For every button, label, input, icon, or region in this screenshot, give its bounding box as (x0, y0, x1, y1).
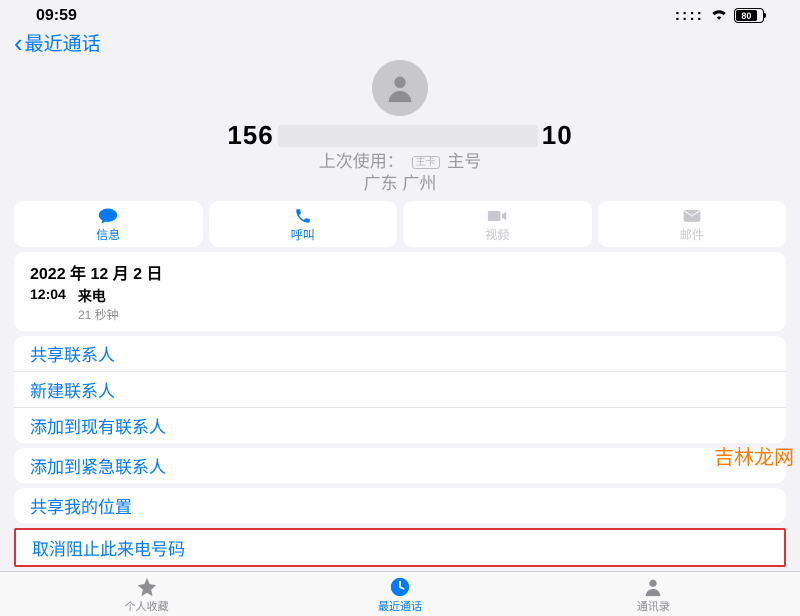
call-button[interactable]: 呼叫 (209, 201, 398, 247)
mail-icon (598, 207, 787, 225)
clock: 09:59 (36, 7, 77, 25)
add-existing-contact[interactable]: 添加到现有联系人 (14, 408, 786, 443)
signal-icon: :::: (675, 7, 704, 25)
phone-icon (209, 207, 398, 225)
message-button[interactable]: 信息 (14, 201, 203, 247)
video-icon (403, 207, 592, 225)
share-location[interactable]: 共享我的位置 (14, 488, 786, 523)
sim-badge: 主卡 (412, 156, 440, 169)
status-bar: 09:59 :::: 80 (0, 0, 800, 27)
tab-recents[interactable]: 最近通话 (355, 576, 445, 614)
tab-contacts[interactable]: 通讯录 (608, 576, 698, 614)
redacted-block (278, 125, 538, 147)
clock-icon (355, 576, 445, 598)
sim-label: 主号 (447, 152, 481, 171)
person-icon (608, 576, 698, 598)
call-type: 来电 (78, 286, 106, 306)
chevron-left-icon: ‹ (14, 30, 23, 56)
mail-button: 邮件 (598, 201, 787, 247)
star-icon (102, 576, 192, 598)
share-location-card: 共享我的位置 (14, 488, 786, 523)
call-date: 2022 年 12 月 2 日 (30, 260, 770, 284)
back-button[interactable]: ‹ 最近通话 (0, 27, 800, 60)
emergency-card: 添加到紧急联系人 (14, 448, 786, 483)
call-duration: 21 秒钟 (78, 306, 770, 323)
message-icon (14, 207, 203, 225)
call-time: 12:04 (30, 286, 66, 306)
location: 广东 广州 (0, 173, 800, 195)
battery-icon: 80 (734, 8, 764, 23)
tab-favorites[interactable]: 个人收藏 (102, 576, 192, 614)
unblock-caller[interactable]: 取消阻止此来电号码 (14, 528, 786, 567)
contact-actions-card: 共享联系人 新建联系人 添加到现有联系人 (14, 336, 786, 443)
call-log-card: 2022 年 12 月 2 日 12:04 来电 21 秒钟 (14, 252, 786, 331)
back-label: 最近通话 (25, 29, 101, 56)
avatar (372, 60, 428, 116)
action-row: 信息 呼叫 视频 邮件 (0, 201, 800, 252)
contact-header: 156 10 上次使用： 主卡 主号 广东 广州 (0, 60, 800, 201)
last-used-label: 上次使用： (319, 152, 404, 171)
wifi-icon (710, 6, 728, 25)
create-contact[interactable]: 新建联系人 (14, 372, 786, 408)
video-button: 视频 (403, 201, 592, 247)
share-contact[interactable]: 共享联系人 (14, 336, 786, 372)
phone-number: 156 10 (0, 120, 800, 151)
tab-bar: 个人收藏 最近通话 通讯录 (0, 571, 800, 616)
add-emergency-contact[interactable]: 添加到紧急联系人 (14, 448, 786, 483)
watermark: 吉林龙网 (714, 441, 794, 470)
